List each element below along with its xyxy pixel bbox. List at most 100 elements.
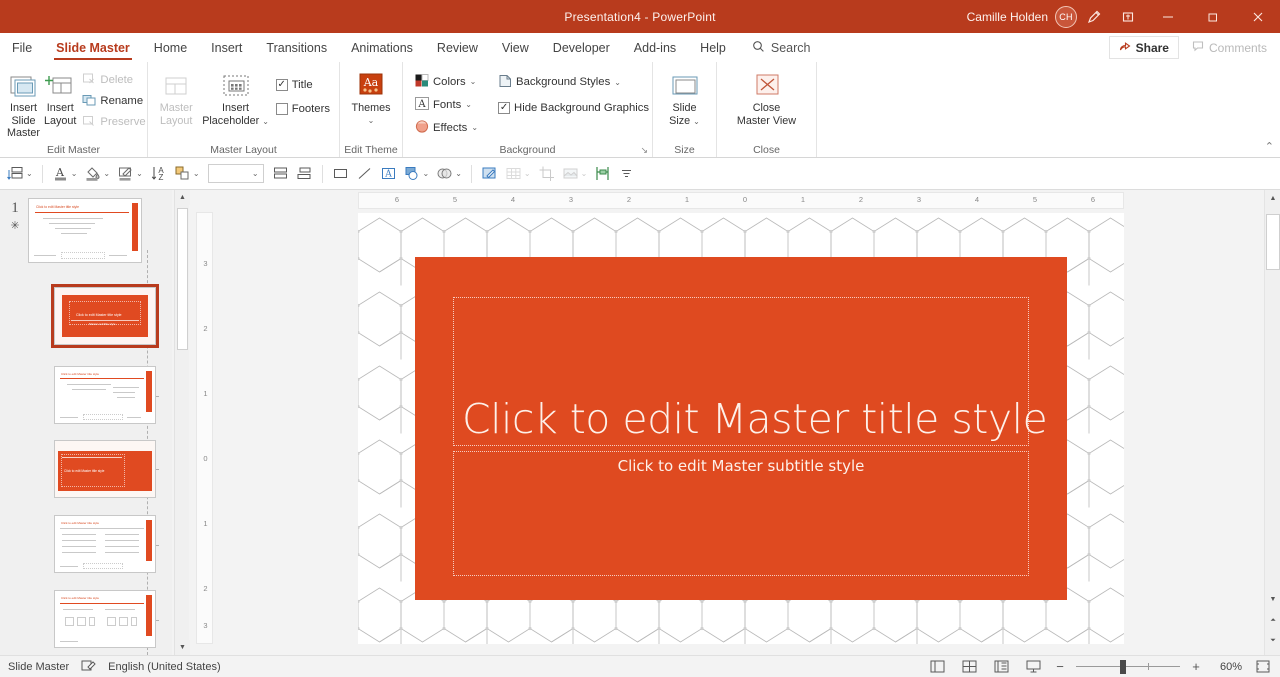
tab-add-ins[interactable]: Add-ins: [622, 33, 688, 62]
rectangle-icon[interactable]: [329, 163, 352, 184]
rename-master-button[interactable]: Rename: [78, 91, 149, 111]
scroll-down-icon[interactable]: ▼: [175, 640, 190, 655]
style-gallery-combo[interactable]: ⌄: [207, 164, 264, 183]
thumbnails-scrollbar-thumb[interactable]: [177, 208, 188, 350]
thumbnail-slide-master[interactable]: Click to edit Master title style: [28, 198, 142, 263]
thumbnail-section-header-layout[interactable]: Click to edit Master title style: [54, 440, 156, 498]
canvas-scrollbar[interactable]: ▲ ▼ ⏶ ⏷: [1264, 190, 1280, 655]
arrange-icon[interactable]: ⌄: [4, 163, 36, 184]
minimize-button[interactable]: [1145, 0, 1190, 33]
tab-transitions[interactable]: Transitions: [254, 33, 339, 62]
zoom-percent-label[interactable]: 60%: [1212, 661, 1242, 673]
search-input[interactable]: Search: [752, 33, 811, 62]
slide-layout-thumbnails-pane[interactable]: 1 ✳ Click to edit Master title style Cli…: [0, 190, 172, 655]
zoom-slider-handle[interactable]: [1120, 659, 1126, 674]
fit-slide-icon[interactable]: [1252, 660, 1274, 673]
text-direction-icon[interactable]: A Z: [147, 163, 170, 184]
background-styles-button[interactable]: Background Styles ⌄: [494, 72, 653, 92]
line-icon[interactable]: [353, 163, 376, 184]
picture-icon[interactable]: ⌄: [559, 163, 591, 184]
reading-view-button[interactable]: [990, 660, 1012, 673]
insert-slide-master-button[interactable]: Insert Slide Master: [5, 67, 42, 143]
preserve-label: Preserve: [100, 116, 146, 128]
maximize-button[interactable]: [1190, 0, 1235, 33]
thumbnails-scrollbar[interactable]: ▲ ▼: [174, 190, 190, 655]
tab-slide-master[interactable]: Slide Master: [44, 33, 142, 62]
font-color-icon[interactable]: A ⌄: [49, 163, 81, 184]
align-middle-icon[interactable]: [269, 163, 292, 184]
tab-animations[interactable]: Animations: [339, 33, 425, 62]
preserve-master-button[interactable]: Preserve: [78, 112, 149, 132]
slide-canvas[interactable]: Click to edit Master title style Click t…: [358, 213, 1124, 644]
restore-down-icon[interactable]: [1111, 0, 1145, 33]
guides-icon[interactable]: [591, 163, 614, 184]
zoom-in-button[interactable]: +: [1190, 659, 1202, 674]
shape-outline-icon[interactable]: ⌄: [114, 163, 146, 184]
align-objects-icon[interactable]: ⌄: [171, 163, 203, 184]
insert-layout-button[interactable]: Insert Layout: [42, 67, 78, 130]
vertical-ruler[interactable]: 3 2 1 0 1 2 3: [196, 212, 213, 644]
checkbox-icon: ✓: [275, 78, 288, 91]
zoom-slider[interactable]: [1076, 659, 1180, 674]
footers-checkbox[interactable]: Footers: [272, 101, 334, 116]
text-box-icon[interactable]: A: [377, 163, 400, 184]
previous-slide-icon[interactable]: ⏶: [1265, 613, 1280, 629]
insert-placeholder-button[interactable]: Insert Placeholder ⌄: [199, 67, 271, 131]
horizontal-ruler[interactable]: 6 5 4 3 2 1 0 1 2 3 4 5 6: [358, 192, 1124, 209]
overflow-icon[interactable]: [615, 163, 638, 184]
thumbnail-title-slide-layout[interactable]: Click to edit Master title style Master …: [51, 284, 159, 348]
title-placeholder[interactable]: Click to edit Master title style: [453, 297, 1048, 446]
normal-view-button[interactable]: [926, 660, 948, 673]
distribute-icon[interactable]: [293, 163, 316, 184]
collapse-ribbon-icon[interactable]: ⌃: [1265, 140, 1274, 153]
background-dialog-launcher[interactable]: ↘: [640, 145, 648, 156]
next-slide-icon[interactable]: ⏷: [1265, 633, 1280, 649]
master-layout-button[interactable]: Master Layout: [153, 67, 199, 130]
tab-developer[interactable]: Developer: [541, 33, 622, 62]
thumbnail-comparison-layout[interactable]: Click to edit Master title style: [54, 590, 156, 648]
spellcheck-icon[interactable]: [81, 659, 96, 675]
title-checkbox[interactable]: ✓ Title: [272, 77, 334, 92]
shapes-icon[interactable]: ⌄: [401, 163, 433, 184]
tab-file[interactable]: File: [0, 33, 44, 62]
canvas-scrollbar-thumb[interactable]: [1266, 214, 1280, 270]
thumbnail-two-content-layout[interactable]: Click to edit Master title style: [54, 515, 156, 573]
delete-master-button[interactable]: Delete: [78, 70, 149, 90]
close-master-view-button[interactable]: Close Master View: [723, 67, 811, 130]
format-shape-icon[interactable]: [478, 163, 501, 184]
slide-size-button[interactable]: Slide Size ⌄: [658, 67, 711, 131]
colors-button[interactable]: Colors ⌄: [411, 72, 482, 91]
delete-icon: [82, 72, 96, 89]
comments-button[interactable]: Comments: [1183, 37, 1276, 58]
tab-home[interactable]: Home: [142, 33, 199, 62]
delete-label: Delete: [100, 74, 134, 86]
fonts-button[interactable]: A Fonts ⌄: [411, 95, 482, 114]
tab-insert[interactable]: Insert: [199, 33, 254, 62]
table-icon[interactable]: ⌄: [502, 163, 534, 184]
scroll-up-icon[interactable]: ▲: [175, 190, 190, 205]
slide-sorter-button[interactable]: [958, 660, 980, 673]
subtitle-placeholder[interactable]: Click to edit Master subtitle style: [453, 451, 1029, 576]
scroll-down-icon[interactable]: ▼: [1265, 591, 1280, 607]
insert-placeholder-icon: [221, 70, 251, 102]
master-layout-label-1: Master: [159, 102, 193, 114]
pen-icon[interactable]: [1077, 0, 1111, 33]
effects-button[interactable]: Effects ⌄: [411, 118, 482, 137]
close-button[interactable]: [1235, 0, 1280, 33]
language-label[interactable]: English (United States): [108, 661, 221, 673]
avatar[interactable]: CH: [1055, 5, 1077, 28]
themes-button[interactable]: Aa Themes ⌄: [345, 67, 397, 130]
tab-help[interactable]: Help: [688, 33, 738, 62]
tab-view[interactable]: View: [490, 33, 541, 62]
zoom-out-button[interactable]: −: [1054, 659, 1066, 674]
merge-shapes-icon[interactable]: ⌄: [433, 163, 465, 184]
slideshow-button[interactable]: [1022, 660, 1044, 673]
share-button[interactable]: Share: [1108, 36, 1179, 59]
scroll-up-icon[interactable]: ▲: [1265, 190, 1280, 206]
hide-background-graphics-checkbox[interactable]: ✓ Hide Background Graphics: [494, 100, 653, 115]
crop-icon[interactable]: [535, 163, 558, 184]
tab-review[interactable]: Review: [425, 33, 490, 62]
thumbnail-title-and-content-layout[interactable]: Click to edit Master title style: [54, 366, 156, 424]
hruler-tick: 5: [1032, 195, 1038, 204]
fill-color-icon[interactable]: ⌄: [81, 163, 113, 184]
